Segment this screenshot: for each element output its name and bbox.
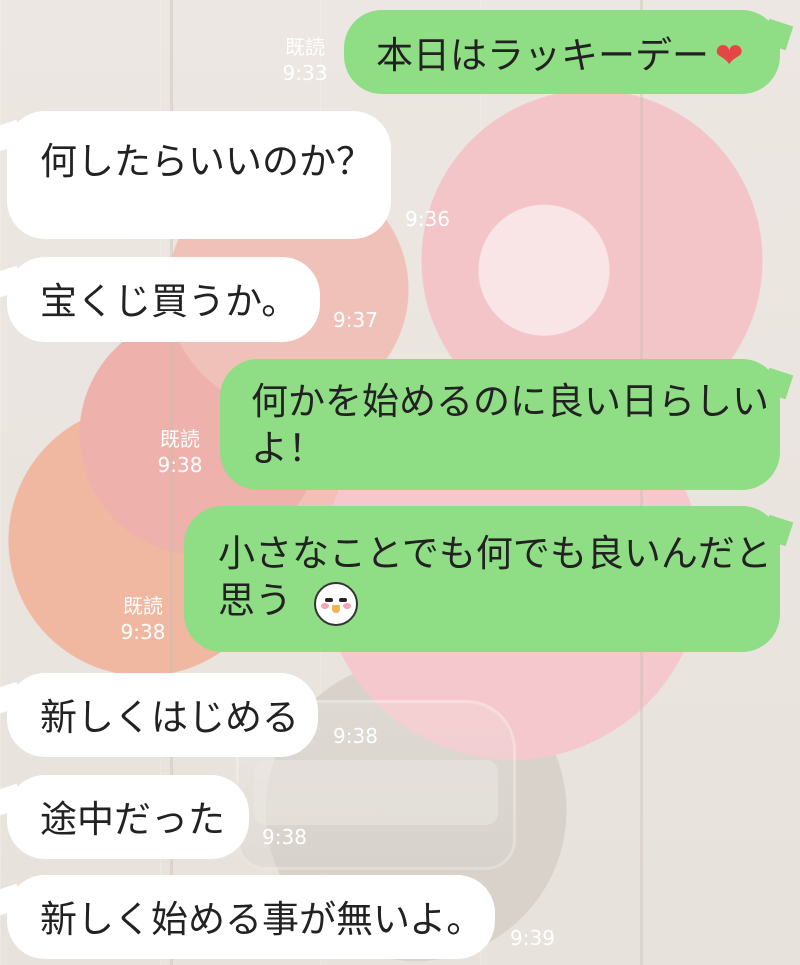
- message-time: 9:38: [262, 825, 307, 849]
- message-time: 9:38: [120, 620, 166, 644]
- bird-face-icon: [313, 582, 358, 627]
- beak: [331, 605, 340, 614]
- incoming-message-2[interactable]: 宝くじ買うか。: [7, 257, 320, 342]
- read-label: 既読: [285, 35, 325, 59]
- right-eye: [338, 598, 347, 603]
- read-status-2: 既読 9:38: [155, 428, 205, 476]
- read-label: 既読: [160, 427, 200, 451]
- outgoing-message-1[interactable]: 本日はラッキーデー ❤: [344, 10, 780, 94]
- message-line-1: 何かを始めるのに良い日らしい: [251, 380, 769, 423]
- message-text: 途中だった: [40, 798, 225, 841]
- message-line-2: 思う: [218, 578, 292, 622]
- message-text: 宝くじ買うか。: [40, 280, 299, 323]
- message-line-2: よ！: [251, 426, 325, 470]
- incoming-message-3[interactable]: 新しくはじめる: [7, 673, 318, 757]
- read-status-3: 既読 9:38: [118, 595, 168, 643]
- message-time: 9:37: [333, 308, 378, 332]
- message-text: 本日はラッキーデー: [376, 34, 709, 77]
- incoming-message-4[interactable]: 途中だった: [7, 775, 249, 859]
- outgoing-message-3[interactable]: 小さなことでも何でも良いんだと 思う: [184, 506, 780, 652]
- incoming-message-1[interactable]: 何したらいいのか？: [7, 111, 391, 239]
- message-text: 何したらいいのか？: [40, 140, 373, 183]
- incoming-message-5[interactable]: 新しく始める事が無いよ。: [7, 875, 495, 959]
- message-line-1: 小さなことでも何でも良いんだと: [218, 532, 772, 575]
- message-time: 9:36: [405, 207, 450, 231]
- message-time: 9:38: [333, 724, 378, 748]
- message-time: 9:39: [510, 926, 555, 950]
- left-eye: [324, 598, 333, 603]
- read-status-1: 既読 9:33: [280, 36, 330, 84]
- left-blush: [320, 603, 329, 610]
- right-blush: [342, 603, 351, 610]
- read-label: 既読: [123, 594, 163, 618]
- message-time: 9:33: [282, 61, 328, 85]
- heart-icon: ❤: [715, 36, 744, 76]
- message-text: 新しくはじめる: [40, 696, 299, 739]
- outgoing-message-2[interactable]: 何かを始めるのに良い日らしい よ！: [220, 359, 780, 490]
- message-time: 9:38: [157, 453, 203, 477]
- message-text: 新しく始める事が無いよ。: [40, 898, 484, 941]
